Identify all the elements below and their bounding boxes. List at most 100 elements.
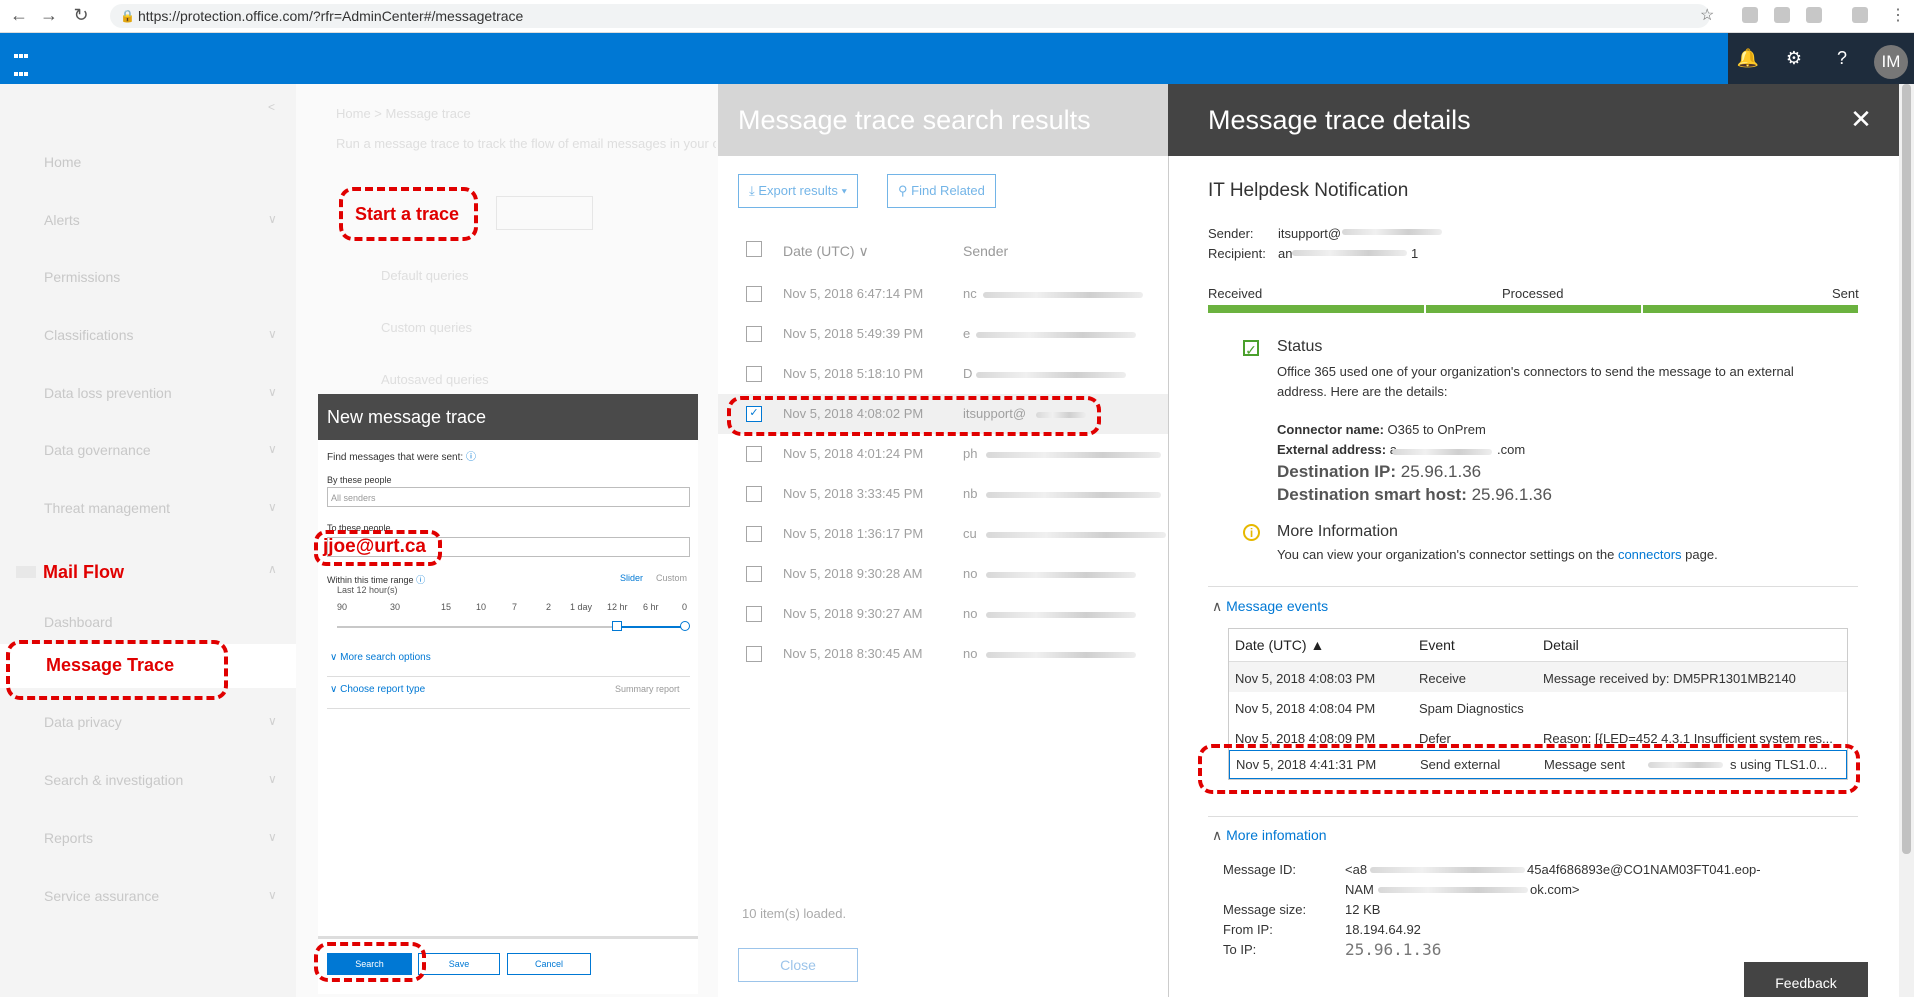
extension-icon[interactable] bbox=[1852, 7, 1868, 23]
extension-icon[interactable] bbox=[1774, 7, 1790, 23]
tick-label: 6 hr bbox=[643, 602, 659, 612]
checkbox-checked-icon: ✓ bbox=[1243, 340, 1259, 358]
select-all-checkbox[interactable] bbox=[746, 241, 762, 257]
slider-link[interactable]: Slider bbox=[620, 573, 643, 583]
chevron-up-icon: ∧ bbox=[268, 562, 277, 576]
event-row[interactable]: Nov 5, 2018 4:08:04 PM Spam Diagnostics bbox=[1229, 692, 1847, 722]
row-checkbox[interactable] bbox=[746, 286, 762, 302]
senders-input[interactable]: All senders bbox=[327, 487, 690, 507]
collapse-icon[interactable]: < bbox=[268, 100, 275, 114]
redaction bbox=[986, 532, 1166, 538]
table-row[interactable]: Nov 5, 2018 6:47:14 PM nc bbox=[718, 274, 1168, 314]
custom-link[interactable]: Custom bbox=[656, 573, 687, 583]
find-related-button[interactable]: ⚲ Find Related bbox=[887, 174, 996, 208]
menu-icon[interactable]: ⋮ bbox=[1890, 5, 1906, 25]
row-checkbox[interactable] bbox=[746, 326, 762, 342]
row-checkbox[interactable] bbox=[746, 526, 762, 542]
nav-item-service-assurance[interactable]: Service assurance bbox=[44, 888, 159, 904]
scrollbar-thumb[interactable] bbox=[1902, 84, 1911, 854]
nav-item-dashboard[interactable]: Dashboard bbox=[44, 614, 113, 630]
dest-host-label: Destination smart host: bbox=[1277, 485, 1467, 504]
default-queries[interactable]: Default queries bbox=[381, 268, 468, 283]
events-col-event[interactable]: Event bbox=[1419, 637, 1455, 653]
sort-up-icon: ▲ bbox=[1310, 637, 1325, 653]
message-events-toggle[interactable]: ∧ Message events bbox=[1212, 598, 1328, 615]
slider-handle-start[interactable] bbox=[612, 621, 622, 631]
row-checkbox[interactable] bbox=[746, 486, 762, 502]
choose-report-type[interactable]: ∨ Choose report type bbox=[330, 684, 425, 695]
results-title: Message trace search results bbox=[718, 84, 1168, 156]
nav-item-data-privacy[interactable]: Data privacy bbox=[44, 714, 122, 730]
info-icon[interactable]: ⓘ bbox=[416, 575, 425, 585]
close-button[interactable]: Close bbox=[738, 948, 858, 982]
event-date: Nov 5, 2018 4:08:04 PM bbox=[1235, 701, 1376, 716]
redaction bbox=[976, 332, 1136, 338]
save-button[interactable]: Save bbox=[418, 953, 500, 975]
col-sender-header[interactable]: Sender bbox=[963, 243, 1008, 259]
row-checkbox[interactable] bbox=[746, 446, 762, 462]
table-row[interactable]: Nov 5, 2018 8:30:45 AM no bbox=[718, 634, 1168, 674]
export-results-button[interactable]: ⤓ Export results ▾ bbox=[738, 174, 858, 208]
row-checkbox[interactable] bbox=[746, 366, 762, 382]
details-title: Message trace details bbox=[1168, 84, 1899, 156]
page-description: Run a message trace to track the flow of… bbox=[336, 136, 716, 151]
extension-icon[interactable] bbox=[1806, 7, 1822, 23]
table-row[interactable]: Nov 5, 2018 1:36:17 PM cu bbox=[718, 514, 1168, 554]
slider-handle-end[interactable] bbox=[680, 621, 690, 631]
table-row[interactable]: Nov 5, 2018 4:01:24 PM ph bbox=[718, 434, 1168, 474]
gear-icon[interactable]: ⚙ bbox=[1781, 45, 1807, 71]
app-header bbox=[0, 33, 1914, 94]
table-row[interactable]: Nov 5, 2018 9:30:27 AM no bbox=[718, 594, 1168, 634]
nav-item-dlp[interactable]: Data loss prevention bbox=[44, 385, 172, 401]
col-date-header[interactable]: Date (UTC) ∨ bbox=[783, 243, 869, 260]
bell-icon[interactable]: 🔔 bbox=[1735, 45, 1761, 71]
events-col-detail[interactable]: Detail bbox=[1543, 637, 1579, 653]
extension-icon[interactable] bbox=[1742, 7, 1758, 23]
info-icon[interactable]: ⓘ bbox=[466, 452, 476, 463]
table-row[interactable]: Nov 5, 2018 9:30:28 AM no bbox=[718, 554, 1168, 594]
nav-item-reports[interactable]: Reports bbox=[44, 830, 93, 846]
autosaved-queries[interactable]: Autosaved queries bbox=[381, 372, 489, 387]
close-icon[interactable]: ✕ bbox=[1846, 104, 1876, 134]
more-infomation-toggle[interactable]: ∧ More infomation bbox=[1212, 827, 1327, 844]
refresh-button[interactable] bbox=[496, 196, 593, 230]
feedback-button[interactable]: Feedback bbox=[1744, 962, 1868, 997]
cancel-button[interactable]: Cancel bbox=[507, 953, 591, 975]
redaction bbox=[1292, 250, 1407, 256]
nav-item-alerts[interactable]: Alerts bbox=[44, 212, 80, 228]
address-bar[interactable]: 🔒 https://protection.office.com/?rfr=Adm… bbox=[110, 4, 1710, 28]
more-search-options[interactable]: ∨ More search options bbox=[330, 652, 431, 663]
events-header: Date (UTC) ▲ Event Detail bbox=[1229, 629, 1847, 662]
event-row[interactable]: Nov 5, 2018 4:08:03 PM Receive Message r… bbox=[1229, 662, 1847, 692]
table-row[interactable]: Nov 5, 2018 3:33:45 PM nb bbox=[718, 474, 1168, 514]
row-date: Nov 5, 2018 9:30:27 AM bbox=[783, 606, 923, 621]
forward-icon[interactable]: → bbox=[38, 4, 60, 26]
row-sender: cu bbox=[963, 526, 977, 541]
browser-toolbar: ← → ↻ 🔒 https://protection.office.com/?r… bbox=[0, 0, 1914, 33]
back-icon[interactable]: ← bbox=[8, 4, 30, 26]
bookmark-star-icon[interactable]: ☆ bbox=[1700, 5, 1714, 25]
tick-label: 30 bbox=[390, 602, 401, 612]
reload-icon[interactable]: ↻ bbox=[70, 4, 92, 26]
nav-item-classifications[interactable]: Classifications bbox=[44, 327, 133, 343]
last-hours-label: Last 12 hour(s) bbox=[337, 585, 398, 595]
events-col-date[interactable]: Date (UTC) ▲ bbox=[1235, 637, 1324, 653]
nav-item-threat-management[interactable]: Threat management bbox=[44, 500, 170, 516]
redaction bbox=[1392, 449, 1492, 455]
connectors-link[interactable]: connectors bbox=[1618, 547, 1682, 562]
table-row[interactable]: Nov 5, 2018 5:49:39 PM e bbox=[718, 314, 1168, 354]
app-launcher-icon[interactable] bbox=[14, 47, 30, 94]
nav-item-permissions[interactable]: Permissions bbox=[44, 269, 120, 285]
help-icon[interactable]: ? bbox=[1829, 45, 1855, 71]
lock-icon: 🔒 bbox=[120, 9, 135, 23]
row-checkbox[interactable] bbox=[746, 566, 762, 582]
nav-item-search-investigation[interactable]: Search & investigation bbox=[44, 772, 183, 788]
row-checkbox[interactable] bbox=[746, 606, 762, 622]
table-row[interactable]: Nov 5, 2018 5:18:10 PM D bbox=[718, 354, 1168, 394]
custom-queries[interactable]: Custom queries bbox=[381, 320, 472, 335]
nav-item-home[interactable]: Home bbox=[44, 154, 81, 170]
avatar[interactable]: IM bbox=[1874, 45, 1908, 79]
events-col-date-label: Date (UTC) bbox=[1235, 637, 1307, 653]
nav-item-data-governance[interactable]: Data governance bbox=[44, 442, 151, 458]
row-checkbox[interactable] bbox=[746, 646, 762, 662]
